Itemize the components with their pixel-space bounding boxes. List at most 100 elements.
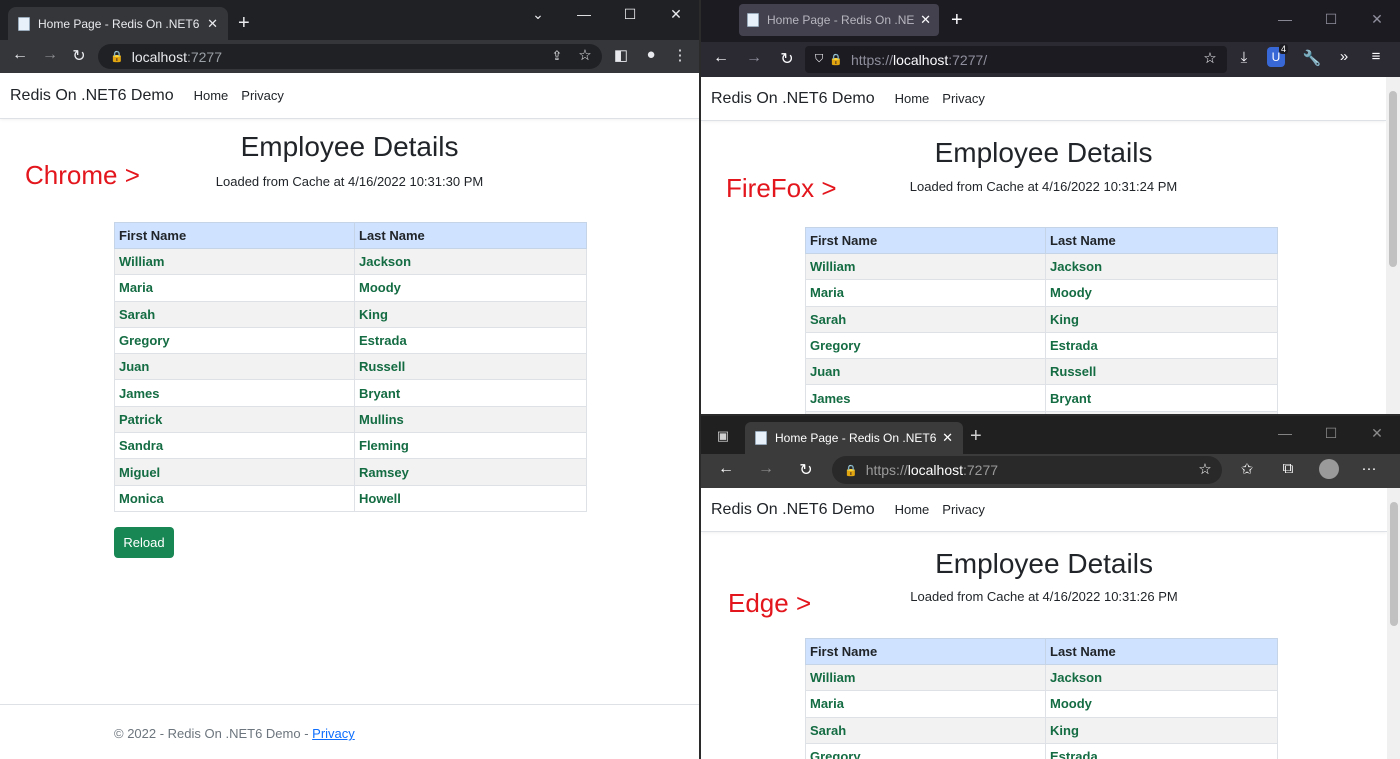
firefox-new-tab-icon[interactable]: +: [951, 10, 963, 30]
site-brand[interactable]: Redis On .NET6 Demo: [711, 501, 875, 519]
nav-home-link[interactable]: Home: [895, 91, 930, 106]
edge-add-favorite-icon[interactable]: ☆: [1194, 460, 1216, 478]
employee-first-name: William: [805, 252, 1046, 281]
chrome-address-bar[interactable]: 🔒 localhost :7277: [98, 44, 602, 69]
firefox-tab[interactable]: Home Page - Redis On .NET6 Demo ✕: [739, 4, 939, 36]
edge-scrollbar-thumb[interactable]: [1390, 502, 1398, 626]
edge-more-icon[interactable]: ···: [1358, 460, 1380, 477]
edge-tab-title: Home Page - Redis On .NET6 Demo: [775, 431, 937, 445]
chrome-back-icon[interactable]: ←: [8, 46, 32, 64]
nav-privacy-link[interactable]: Privacy: [942, 502, 985, 517]
edge-lock-icon[interactable]: 🔒: [844, 464, 858, 477]
firefox-address-bar[interactable]: ⛉ 🔒 https:// localhost :7277/: [805, 46, 1227, 73]
tab-close-icon[interactable]: ✕: [942, 430, 953, 446]
firefox-forward-icon[interactable]: →: [742, 49, 766, 67]
chrome-reload-icon[interactable]: ↻: [67, 46, 91, 66]
nav-home-link[interactable]: Home: [895, 502, 930, 517]
tab-close-icon[interactable]: ✕: [920, 12, 931, 28]
employee-last-name: Estrada: [1045, 742, 1278, 759]
minimize-icon[interactable]: —: [1262, 425, 1308, 442]
column-header-first-name: First Name: [114, 222, 355, 249]
employee-last-name: Bryant: [354, 379, 587, 407]
table-row: Maria Moody: [805, 690, 1278, 718]
edge-tab-actions-icon[interactable]: ▣: [712, 428, 734, 444]
site-navbar: Redis On .NET6 Demo Home Privacy: [701, 77, 1386, 121]
employee-last-name: King: [1045, 305, 1278, 333]
firefox-wrench-icon[interactable]: 🔧: [1301, 49, 1323, 67]
maximize-icon[interactable]: ☐: [1308, 11, 1354, 28]
table-row: Gregory Estrada: [114, 326, 587, 355]
edge-forward-icon[interactable]: →: [754, 460, 778, 478]
column-header-last-name: Last Name: [354, 222, 587, 249]
table-row: Gregory Estrada: [805, 742, 1278, 759]
employee-first-name: Patrick: [114, 405, 355, 434]
maximize-icon[interactable]: ☐: [1308, 425, 1354, 442]
minimize-icon[interactable]: —: [561, 6, 607, 23]
site-navbar: Redis On .NET6 Demo Home Privacy: [0, 73, 699, 119]
edge-address-bar[interactable]: 🔒 https:// localhost :7277: [832, 456, 1222, 484]
employee-first-name: Maria: [114, 274, 355, 302]
chrome-window-controls: ⌄ — ☐ ✕: [515, 6, 699, 23]
table-row: Maria Moody: [805, 279, 1278, 307]
chrome-menu-icon[interactable]: ⋮: [669, 46, 691, 64]
edge-window-controls: — ☐ ✕: [1262, 425, 1400, 442]
site-brand[interactable]: Redis On .NET6 Demo: [10, 87, 174, 105]
firefox-downloads-icon[interactable]: ⤓: [1233, 49, 1255, 66]
table-row: William Jackson: [114, 247, 587, 276]
site-navbar: Redis On .NET6 Demo Home Privacy: [701, 488, 1387, 532]
chrome-bookmark-star-icon[interactable]: ☆: [574, 46, 596, 64]
firefox-shield-icon[interactable]: ⛉: [815, 53, 823, 66]
firefox-tab-title: Home Page - Redis On .NET6 Demo: [767, 13, 915, 27]
page-favicon-icon: [747, 13, 759, 27]
edge-tab[interactable]: Home Page - Redis On .NET6 Demo ✕: [745, 422, 963, 454]
nav-privacy-link[interactable]: Privacy: [942, 91, 985, 106]
firefox-overflow-icon[interactable]: »: [1333, 48, 1355, 65]
close-window-icon[interactable]: ✕: [1354, 425, 1400, 442]
page-title: Employee Details: [240, 131, 459, 162]
page-title: Employee Details: [934, 137, 1153, 168]
employee-first-name: Sarah: [805, 716, 1046, 744]
edge-reload-icon[interactable]: ↻: [794, 460, 818, 480]
firefox-scrollbar-thumb[interactable]: [1389, 91, 1397, 267]
edge-back-icon[interactable]: ←: [714, 460, 738, 478]
tab-close-icon[interactable]: ✕: [207, 16, 218, 32]
footer-copyright: © 2022 - Redis On .NET6 Demo -: [114, 726, 313, 741]
chrome-new-tab-icon[interactable]: +: [238, 13, 250, 33]
edge-profile-avatar[interactable]: [1319, 459, 1339, 479]
edge-collections-icon[interactable]: ⧉: [1277, 460, 1299, 477]
maximize-icon[interactable]: ☐: [607, 6, 653, 23]
edge-new-tab-icon[interactable]: +: [970, 426, 982, 446]
firefox-lock-icon[interactable]: 🔒: [829, 53, 843, 66]
firefox-reload-icon[interactable]: ↻: [775, 49, 799, 69]
browser-callout: Edge >: [728, 588, 812, 618]
employee-first-name: Sarah: [805, 305, 1046, 333]
chrome-tab[interactable]: Home Page - Redis On .NET6 Demo ✕: [8, 7, 228, 40]
firefox-extension-badge: 4: [1279, 44, 1289, 54]
edge-page: Redis On .NET6 Demo Home Privacy Employe…: [701, 488, 1387, 759]
nav-privacy-link[interactable]: Privacy: [241, 88, 284, 103]
edge-url-host: localhost: [907, 462, 963, 478]
chrome-share-icon[interactable]: ⇪: [546, 48, 568, 64]
minimize-icon[interactable]: —: [1262, 11, 1308, 28]
employee-first-name: Gregory: [805, 742, 1046, 759]
chrome-lock-icon[interactable]: 🔒: [110, 50, 124, 63]
firefox-menu-icon[interactable]: ≡: [1365, 48, 1387, 65]
firefox-back-icon[interactable]: ←: [709, 49, 733, 67]
employee-last-name: Mullins: [354, 405, 587, 434]
chrome-side-panel-icon[interactable]: ◧: [610, 46, 632, 64]
edge-scrollbar[interactable]: [1387, 488, 1400, 759]
footer-privacy-link[interactable]: Privacy: [312, 726, 355, 741]
reload-button[interactable]: Reload: [114, 527, 174, 558]
column-header-first-name: First Name: [805, 638, 1046, 665]
firefox-scrollbar[interactable]: [1386, 77, 1400, 414]
nav-home-link[interactable]: Home: [194, 88, 229, 103]
edge-favorites-icon[interactable]: ✩: [1236, 460, 1258, 478]
chrome-forward-icon[interactable]: →: [38, 46, 62, 64]
site-brand[interactable]: Redis On .NET6 Demo: [711, 90, 875, 108]
close-window-icon[interactable]: ✕: [653, 6, 699, 23]
chrome-profile-icon[interactable]: ●: [640, 46, 662, 63]
firefox-bookmark-star-icon[interactable]: ☆: [1199, 49, 1221, 67]
employee-last-name: Russell: [354, 353, 587, 381]
chrome-tab-search-icon[interactable]: ⌄: [515, 6, 561, 23]
close-window-icon[interactable]: ✕: [1354, 11, 1400, 28]
